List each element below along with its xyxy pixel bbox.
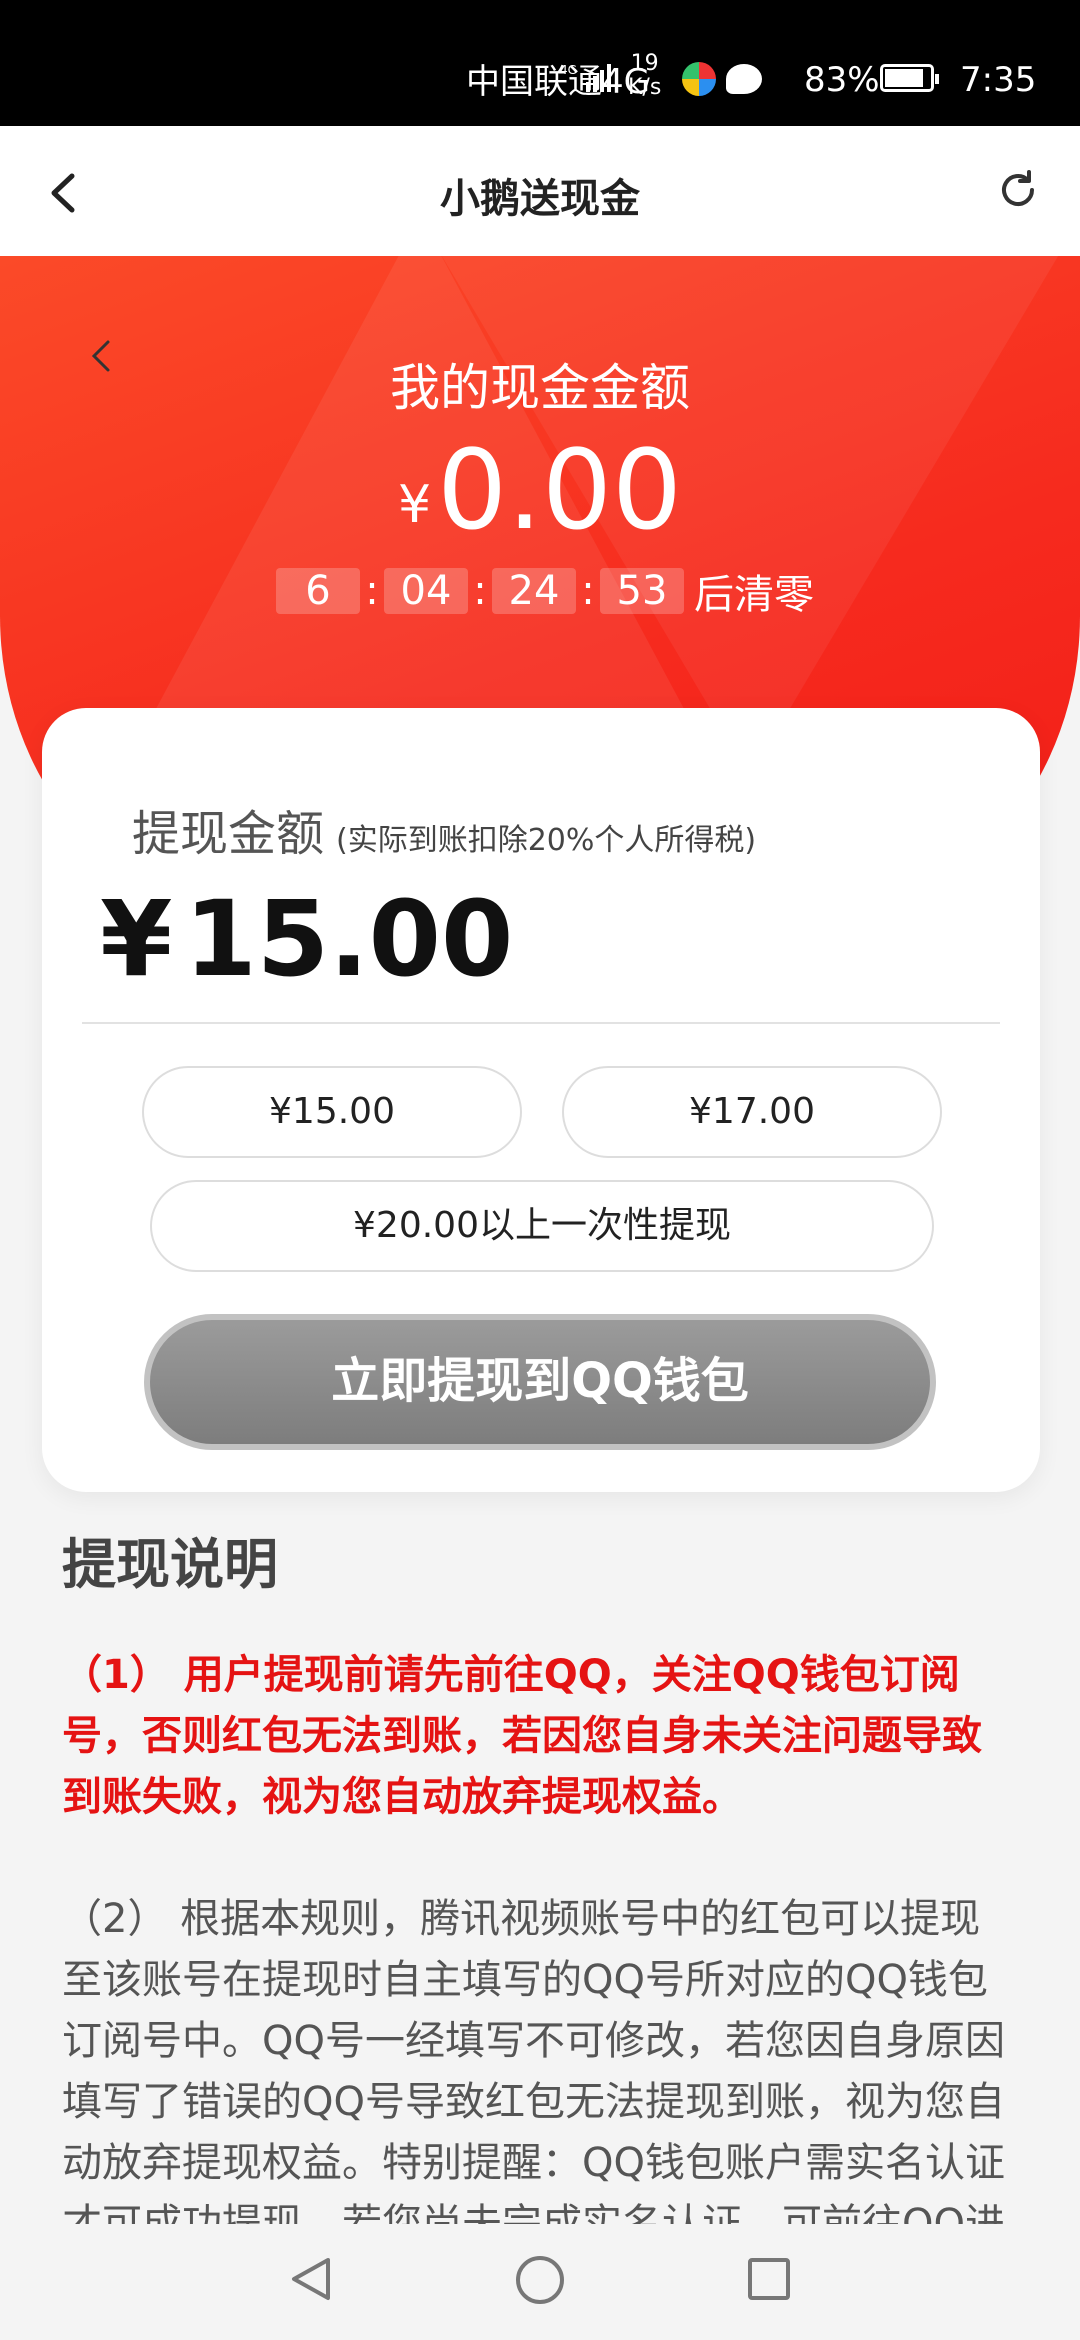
withdraw-label: 提现金额 bbox=[132, 806, 325, 862]
currency-symbol: ¥ bbox=[100, 878, 173, 1000]
battery-percentage: 83% bbox=[804, 60, 880, 100]
countdown-separator: : bbox=[365, 568, 379, 614]
withdraw-amount: ¥15.00 bbox=[100, 878, 513, 1000]
balance-value: 0.00 bbox=[437, 426, 682, 554]
svg-text:4G: 4G bbox=[560, 63, 577, 77]
rule-item-1: （1） 用户提现前请先前往QQ，关注QQ钱包订阅号，否则红包无法到账，若因您自身… bbox=[62, 1652, 982, 1820]
status-bar: 中国联通4G 4G 19 K/s 83% 7:35 bbox=[0, 0, 1080, 126]
divider bbox=[82, 1022, 1000, 1024]
withdraw-label-row: 提现金额 (实际到账扣除20%个人所得税) bbox=[132, 794, 756, 864]
countdown-separator: : bbox=[473, 568, 487, 614]
system-navigation-bar bbox=[0, 2224, 1080, 2340]
balance-label: 我的现金金额 bbox=[390, 359, 690, 417]
countdown-suffix: 后清零 bbox=[694, 572, 814, 618]
rule-item-2: （2） 根据本规则，腾讯视频账号中的红包可以提现至该账号在提现时自主填写的QQ号… bbox=[62, 1896, 1005, 2247]
page-title: 小鹅送现金 bbox=[440, 176, 640, 222]
top-nav-bar: 小鹅送现金 bbox=[0, 126, 1080, 256]
currency-symbol: ¥ bbox=[397, 475, 432, 535]
battery-icon bbox=[880, 64, 939, 92]
rules-heading: 提现说明 bbox=[62, 1533, 278, 1596]
app-notification-icon bbox=[682, 62, 716, 96]
network-speed: 19 K/s bbox=[628, 52, 661, 100]
amount-option-17[interactable]: ¥17.00 bbox=[562, 1066, 942, 1158]
speed-value: 19 bbox=[630, 51, 659, 76]
reset-countdown: 6 : 04 : 24 : 53 后清零 bbox=[276, 568, 814, 618]
speed-unit: K/s bbox=[628, 75, 662, 100]
chat-notification-icon bbox=[726, 64, 762, 94]
withdraw-card: 提现金额 (实际到账扣除20%个人所得税) ¥15.00 ¥15.00 ¥17.0… bbox=[42, 708, 1040, 1492]
countdown-days: 6 bbox=[276, 568, 360, 614]
withdraw-rules: 提现说明 （1） 用户提现前请先前往QQ，关注QQ钱包订阅号，否则红包无法到账，… bbox=[0, 1520, 1080, 2316]
home-circle-icon[interactable] bbox=[516, 2256, 564, 2304]
balance-amount: ¥0.00 bbox=[0, 426, 1080, 554]
withdraw-to-qq-wallet-button[interactable]: 立即提现到QQ钱包 bbox=[144, 1314, 936, 1450]
clock: 7:35 bbox=[960, 60, 1037, 100]
amount-option-15[interactable]: ¥15.00 bbox=[142, 1066, 522, 1158]
withdraw-amount-value: 15.00 bbox=[184, 878, 514, 1000]
recents-square-icon[interactable] bbox=[748, 2258, 790, 2300]
countdown-hours: 04 bbox=[384, 568, 468, 614]
carrier-label: 中国联通4G bbox=[466, 62, 650, 102]
signal-icon: 4G bbox=[560, 63, 611, 92]
countdown-seconds: 53 bbox=[600, 568, 684, 614]
countdown-separator: : bbox=[581, 568, 595, 614]
countdown-minutes: 24 bbox=[492, 568, 576, 614]
amount-option-20-plus[interactable]: ¥20.00以上一次性提现 bbox=[150, 1180, 934, 1272]
tax-note: (实际到账扣除20%个人所得税) bbox=[336, 823, 757, 858]
back-triangle-icon[interactable] bbox=[288, 2254, 334, 2304]
refresh-icon[interactable] bbox=[994, 166, 1042, 214]
